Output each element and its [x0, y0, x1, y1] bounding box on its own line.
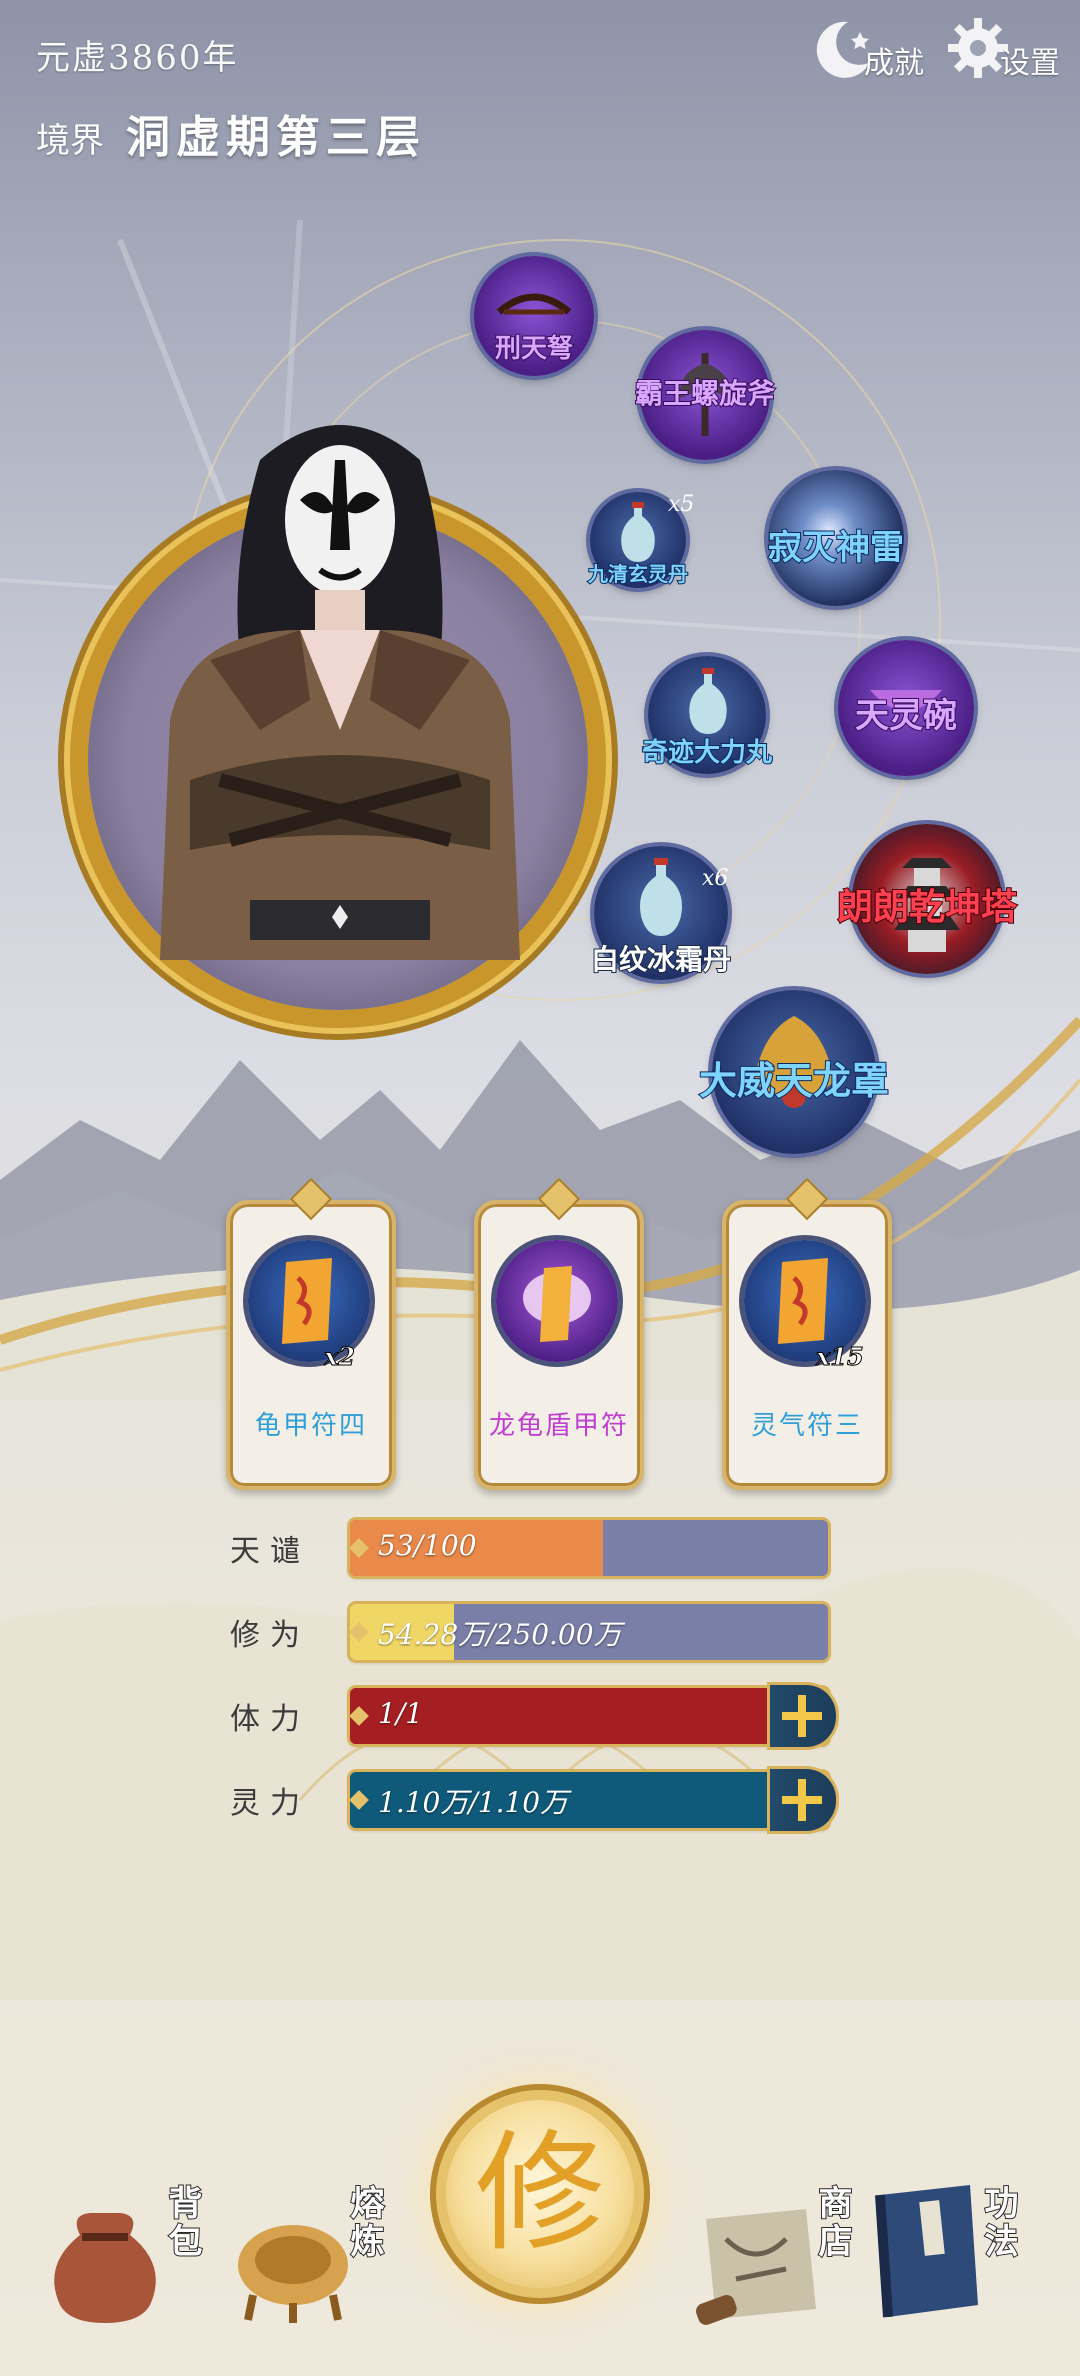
- talisman-card[interactable]: x2 龟甲符四: [226, 1177, 396, 1490]
- cultivate-label: 修: [474, 2117, 605, 2269]
- talisman-card[interactable]: 龙龟盾甲符: [474, 1177, 644, 1490]
- settings-button[interactable]: 设置: [944, 14, 1060, 84]
- player-info: 元虚3860年 境界 洞虚期第三层: [36, 30, 426, 165]
- vase-icon: [640, 858, 682, 936]
- character-portrait[interactable]: [150, 400, 530, 960]
- equipment-count: x5: [668, 492, 695, 517]
- stat-label: 修为: [230, 1618, 310, 1653]
- achievements-button[interactable]: 成就: [808, 14, 924, 84]
- equipment-count: x6: [702, 866, 729, 891]
- equipment-name: 大威天龙罩: [698, 1057, 890, 1104]
- nav-shop[interactable]: 商店: [696, 2184, 866, 2335]
- talisman-name: 灵气符三: [750, 1411, 863, 1441]
- stat-value: 1/1: [378, 1697, 424, 1730]
- stamina-add-button[interactable]: [770, 1685, 836, 1747]
- vase-icon: [621, 502, 655, 562]
- equipment-name: 霸王螺旋斧: [634, 376, 776, 411]
- equipment-item[interactable]: 霸王螺旋斧: [634, 330, 776, 460]
- stat-bar: 54.28万/250.00万: [350, 1604, 828, 1660]
- vase-icon: [689, 668, 727, 734]
- equipment-name: 天灵碗: [854, 695, 958, 737]
- equipment-name: 寂灭神雷: [767, 527, 905, 569]
- nav-shop-label: 商店: [811, 2184, 853, 2262]
- equipment-name: 朗朗乾坤塔: [836, 885, 1018, 929]
- stat-label: 体力: [230, 1702, 310, 1737]
- stat-value: 53/100: [378, 1529, 477, 1562]
- equipment-item[interactable]: 天灵碗: [838, 640, 974, 776]
- bag-icon: [54, 2213, 156, 2323]
- equipment-name: 白纹冰霜丹: [590, 942, 732, 977]
- spirit-power-add-button[interactable]: [770, 1769, 836, 1831]
- nav-bag-label: 背包: [161, 2184, 203, 2262]
- nav-smelt-label: 熔炼: [343, 2184, 385, 2262]
- nav-bag[interactable]: 背包: [40, 2184, 210, 2335]
- nav-skills-label: 功法: [977, 2184, 1019, 2262]
- nav-smelt[interactable]: 熔炼: [228, 2184, 398, 2335]
- map-scroll-icon: [696, 2209, 816, 2325]
- stat-row-spirit-power: 灵力 1.10万/1.10万: [230, 1772, 828, 1828]
- stat-row-heavenly-punishment: 天谴 53/100: [230, 1520, 828, 1576]
- furnace-icon: [238, 2225, 348, 2323]
- equipment-name: 奇迹大力丸: [641, 737, 773, 769]
- equipment-item[interactable]: 寂灭神雷: [767, 470, 905, 606]
- stat-bar: 1/1: [350, 1688, 828, 1744]
- realm-value: 洞虚期第三层: [126, 112, 426, 163]
- stat-row-stamina: 体力 1/1: [230, 1688, 828, 1744]
- crossbow-icon: [496, 293, 572, 315]
- stat-label: 天谴: [230, 1534, 310, 1569]
- book-icon: [875, 2185, 978, 2318]
- talisman-card[interactable]: x15 灵气符三: [722, 1177, 892, 1490]
- talisman-count: x2: [323, 1342, 356, 1372]
- stat-bar: 1.10万/1.10万: [350, 1772, 828, 1828]
- settings-label: 设置: [1000, 46, 1060, 81]
- stat-label: 灵力: [230, 1786, 310, 1821]
- realm-row: 境界 洞虚期第三层: [36, 101, 426, 165]
- equipment-name: 刑天弩: [494, 333, 574, 365]
- talisman-name: 龟甲符四: [254, 1411, 367, 1441]
- equipment-item[interactable]: x5 九清玄灵丹: [587, 492, 694, 588]
- equipment-item[interactable]: 奇迹大力丸: [641, 656, 773, 774]
- equipment-item[interactable]: 刑天弩: [474, 256, 594, 376]
- talisman-count: x15: [816, 1342, 865, 1372]
- equipment-item[interactable]: 朗朗乾坤塔: [836, 824, 1018, 974]
- stat-value: 54.28万/250.00万: [378, 1618, 622, 1651]
- game-year: 元虚3860年: [36, 38, 239, 78]
- equipment-item[interactable]: x6 白纹冰霜丹: [590, 846, 732, 980]
- achievements-label: 成就: [864, 46, 924, 81]
- stat-bar: 53/100: [350, 1520, 828, 1576]
- realm-label: 境界: [36, 121, 104, 161]
- glowing-scroll-icon: [496, 1240, 618, 1362]
- cultivate-button[interactable]: 修: [446, 2100, 634, 2288]
- nav-skills[interactable]: 功法: [860, 2184, 1060, 2335]
- equipment-item[interactable]: 大威天龙罩: [698, 990, 890, 1154]
- stat-value: 1.10万/1.10万: [378, 1786, 569, 1819]
- game-screen: 元虚3860年 境界 洞虚期第三层 成就 设置 刑天弩 霸王螺旋斧 x5 九清玄…: [0, 0, 1080, 2376]
- stat-row-cultivation: 修为 54.28万/250.00万: [230, 1604, 828, 1660]
- talisman-name: 龙龟盾甲符: [488, 1411, 629, 1441]
- equipment-name: 九清玄灵丹: [587, 561, 689, 587]
